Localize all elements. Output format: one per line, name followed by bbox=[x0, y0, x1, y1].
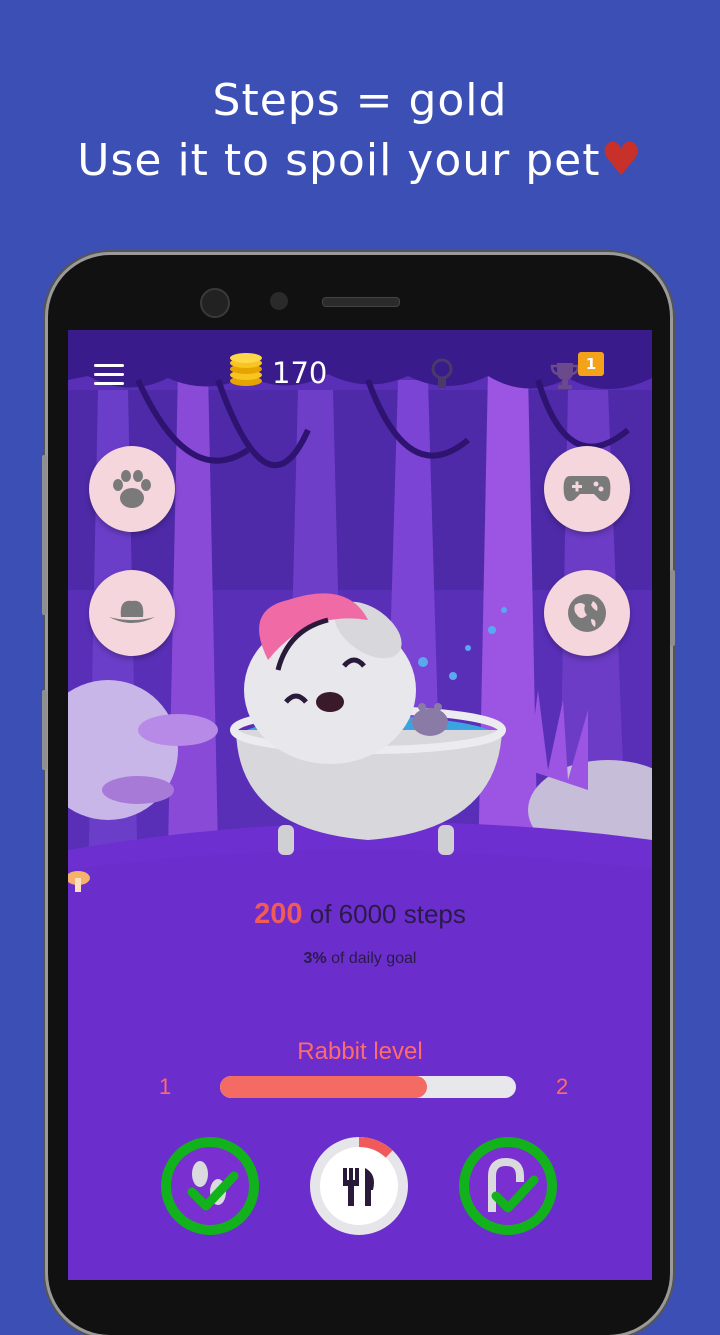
coin-stack-icon bbox=[230, 353, 262, 386]
globe-icon bbox=[568, 594, 606, 632]
level-current: 1 bbox=[159, 1074, 172, 1099]
level-title: Rabbit level bbox=[297, 1038, 423, 1065]
steps-current: 200 bbox=[254, 898, 303, 930]
goal-text: of daily goal bbox=[331, 950, 417, 967]
lightbulb-icon[interactable] bbox=[430, 358, 454, 392]
games-button[interactable] bbox=[544, 446, 630, 532]
level-progress-bar bbox=[220, 1076, 516, 1098]
daily-goal-line: 3% of daily goal bbox=[68, 950, 652, 968]
phone-side-button bbox=[42, 690, 47, 770]
promo-line-1: Steps = gold bbox=[212, 75, 508, 126]
trophy-icon[interactable] bbox=[550, 360, 580, 390]
level-progress-fill bbox=[220, 1076, 428, 1098]
phone-side-button bbox=[670, 570, 675, 646]
app-screen: 170 1 200 of 6000 steps 3% of daily goal… bbox=[68, 330, 652, 1280]
phone-side-button bbox=[42, 455, 47, 615]
steps-total-text: of 6000 steps bbox=[309, 899, 466, 929]
world-button[interactable] bbox=[544, 570, 630, 656]
heart-icon: ♥ bbox=[600, 132, 643, 186]
level-next: 2 bbox=[556, 1074, 569, 1099]
earpiece-speaker bbox=[322, 297, 400, 307]
promo-headline: Steps = gold Use it to spoil your pet♥ bbox=[0, 72, 720, 190]
top-bar: 170 1 bbox=[68, 330, 652, 420]
hat-icon bbox=[109, 600, 155, 623]
menu-icon[interactable] bbox=[94, 364, 124, 386]
sensor bbox=[270, 292, 288, 310]
goal-percent: 3% bbox=[303, 950, 327, 967]
coin-count: 170 bbox=[272, 356, 328, 390]
paw-icon bbox=[113, 470, 151, 508]
steps-counter: 200 of 6000 steps bbox=[68, 898, 652, 931]
pet-care-button[interactable] bbox=[89, 446, 175, 532]
gamepad-icon bbox=[563, 476, 611, 502]
feed-button[interactable] bbox=[309, 1136, 409, 1236]
promo-line-2: Use it to spoil your pet bbox=[77, 135, 601, 186]
shower-task-button[interactable] bbox=[458, 1136, 558, 1236]
walk-task-button[interactable] bbox=[160, 1136, 260, 1236]
wardrobe-button[interactable] bbox=[89, 570, 175, 656]
front-camera bbox=[200, 288, 230, 318]
promo-line-2-wrap: Use it to spoil your pet♥ bbox=[0, 130, 720, 190]
trophy-badge: 1 bbox=[578, 352, 604, 376]
